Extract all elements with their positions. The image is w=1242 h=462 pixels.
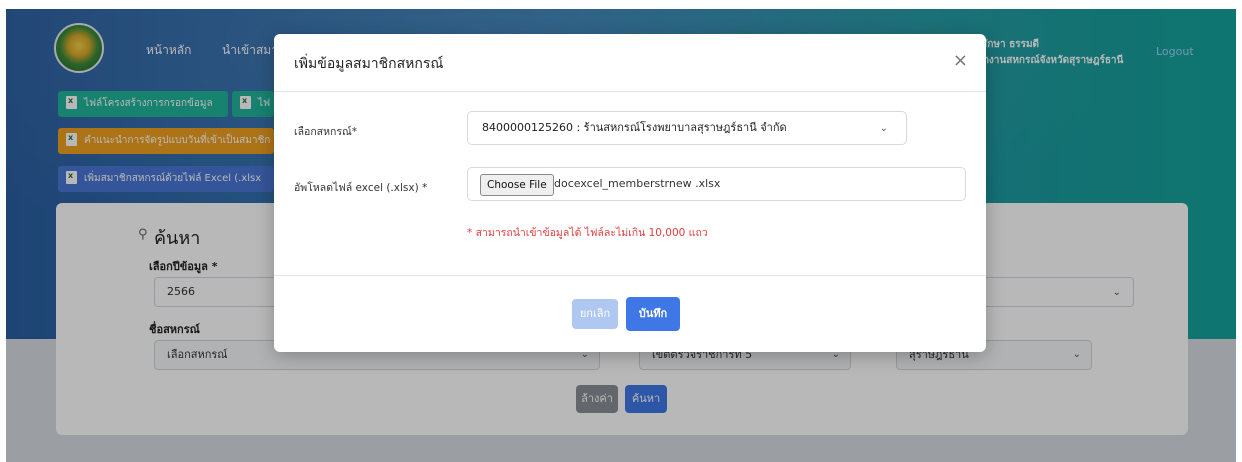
chevron-down-icon: ⌄ <box>879 123 888 134</box>
selected-file-name: docexcel_memberstrnew .xlsx <box>554 177 721 190</box>
choose-file-button[interactable]: Choose File <box>480 174 554 196</box>
app-window: หน้าหลัก นำเข้าสมาชิ อรักษา ธรรมดี นักงา… <box>6 9 1236 462</box>
modal-header: เพิ่มข้อมูลสมาชิกสหกรณ์ × <box>274 34 986 92</box>
row-limit-note: * สามารถนำเข้าข้อมูลได้ ไฟล์ละไม่เกิน 10… <box>467 227 708 239</box>
save-button[interactable]: บันทึก <box>626 297 680 331</box>
close-icon[interactable]: × <box>953 50 968 71</box>
add-member-modal: เพิ่มข้อมูลสมาชิกสหกรณ์ × เลือกสหกรณ์* 8… <box>274 34 986 352</box>
modal-title: เพิ่มข้อมูลสมาชิกสหกรณ์ <box>294 56 444 72</box>
modal-footer-divider <box>274 275 986 276</box>
upload-label: อัพโหลดไฟล์ excel (.xlsx) * <box>294 182 428 194</box>
cancel-button[interactable]: ยกเลิก <box>572 299 618 329</box>
coop-select-label: เลือกสหกรณ์* <box>294 126 358 138</box>
modal-coop-select[interactable]: 8400000125260 : ร้านสหกรณ์โรงพยาบาลสุราษ… <box>467 111 907 145</box>
modal-coop-value: 8400000125260 : ร้านสหกรณ์โรงพยาบาลสุราษ… <box>482 121 787 134</box>
file-upload-field[interactable]: Choose File docexcel_memberstrnew .xlsx <box>467 167 966 201</box>
